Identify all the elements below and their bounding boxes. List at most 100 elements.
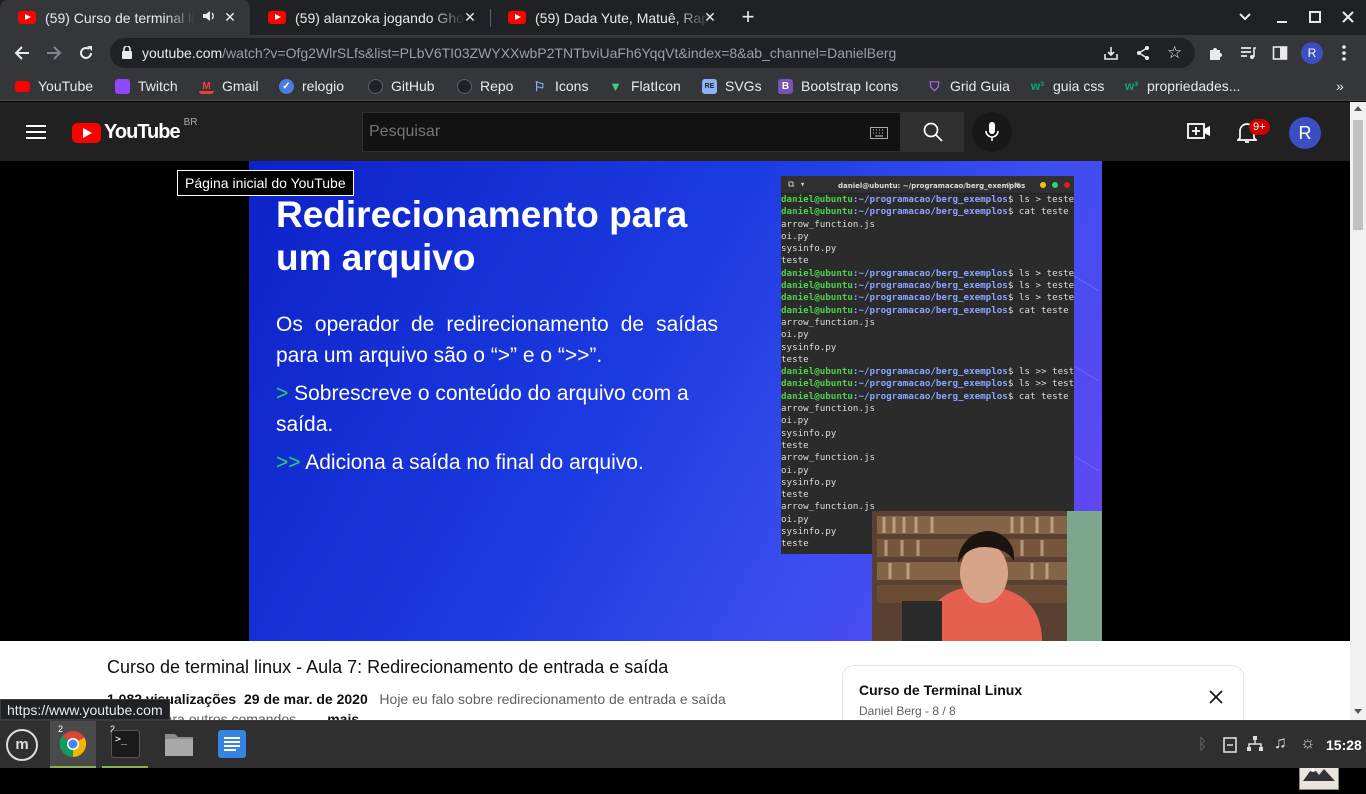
- bookmarks-overflow-icon[interactable]: »: [1336, 76, 1344, 96]
- github-icon: [368, 78, 383, 94]
- bookmark-relogio[interactable]: ✓ relogio: [279, 76, 344, 96]
- music-icon[interactable]: ♫: [1274, 733, 1287, 753]
- notification-badge: 9+: [1249, 119, 1270, 135]
- close-tab-icon[interactable]: ✕: [462, 9, 478, 25]
- maximize-button[interactable]: [1301, 3, 1329, 31]
- url-text: youtube.com/watch?v=Ofg2WlrSLfs&list=PLb…: [142, 45, 897, 61]
- terminal-line: sysinfo.py: [781, 243, 837, 255]
- network-icon[interactable]: [1247, 736, 1263, 757]
- search-input[interactable]: [369, 121, 849, 143]
- flag-icon: ⚐: [533, 78, 546, 94]
- profile-avatar[interactable]: R: [1298, 39, 1326, 67]
- playlist-title[interactable]: Curso de Terminal Linux: [859, 682, 1022, 698]
- install-icon[interactable]: [1103, 45, 1119, 66]
- bootstrap-icon: B: [778, 78, 793, 94]
- keyboard-icon[interactable]: [870, 126, 888, 144]
- youtube-logo[interactable]: YouTube BR: [72, 117, 197, 144]
- address-bar[interactable]: youtube.com/watch?v=Ofg2WlrSLfs&list=PLb…: [110, 38, 1195, 68]
- tab-3[interactable]: (59) Dada Yute, Matuê, Rap ✕: [490, 0, 730, 35]
- slide-title: Redirecionamento para um arquivo: [276, 194, 688, 278]
- bookmark-github[interactable]: GitHub: [368, 76, 435, 96]
- search-button[interactable]: [901, 112, 964, 152]
- tooltip: Página inicial do YouTube: [177, 170, 354, 196]
- tab-2[interactable]: (59) alanzoka jogando Ghost of Tsushima …: [250, 0, 490, 35]
- share-icon[interactable]: [1135, 45, 1151, 66]
- menu-hamburger-icon[interactable]: [26, 124, 46, 140]
- terminal-line: daniel@ubuntu:~/programacao/berg_exemplo…: [781, 206, 1069, 218]
- minimize-button[interactable]: [1268, 3, 1296, 31]
- taskbar-text-editor[interactable]: [209, 721, 255, 768]
- folder-icon: [165, 734, 193, 756]
- playlist-panel[interactable]: Curso de Terminal Linux Daniel Berg - 8 …: [842, 665, 1244, 725]
- video-frame: Redirecionamento para um arquivo Os opera…: [249, 161, 1102, 641]
- scrollbar-thumb[interactable]: [1353, 120, 1363, 230]
- bookmark-propriedades[interactable]: w³ propriedades...: [1124, 76, 1241, 96]
- video-player[interactable]: Redirecionamento para um arquivo Os opera…: [0, 161, 1350, 790]
- back-arrow-icon[interactable]: [8, 39, 36, 67]
- w3-icon: w³: [1030, 78, 1045, 93]
- show-more-button[interactable]: ...mais: [316, 711, 360, 720]
- microphone-icon: [985, 122, 999, 141]
- bookmark-icons[interactable]: ⚐ Icons: [532, 76, 589, 96]
- close-tab-icon[interactable]: ✕: [222, 9, 238, 25]
- bluetooth-icon[interactable]: ᛒ: [1198, 736, 1207, 753]
- search-icon: [923, 122, 943, 142]
- terminal-line: arrow_function.js: [781, 218, 876, 230]
- youtube-favicon-icon: [18, 11, 36, 24]
- clock-icon: ✓: [279, 78, 294, 94]
- terminal-titlebar: ⧉ ▾ daniel@ubuntu: ~/programacao/berg_ex…: [781, 176, 1074, 194]
- bookmark-youtube[interactable]: YouTube: [15, 76, 93, 96]
- github-icon: [457, 78, 472, 94]
- taskbar-files[interactable]: [156, 721, 202, 768]
- tab-search-icon[interactable]: [1231, 3, 1259, 31]
- chrome-menu-icon[interactable]: [1330, 39, 1358, 67]
- bookmark-bootstrap-icons[interactable]: B Bootstrap Icons: [778, 76, 898, 96]
- create-video-icon[interactable]: [1187, 122, 1211, 145]
- speaker-icon[interactable]: [202, 9, 216, 23]
- avatar[interactable]: R: [1289, 117, 1321, 149]
- mint-menu-icon[interactable]: m: [6, 729, 38, 761]
- search-box[interactable]: [362, 112, 901, 152]
- clock[interactable]: 15:28: [1326, 737, 1362, 753]
- bookmark-flaticon[interactable]: ▼ FlatIcon: [608, 76, 681, 96]
- video-info-section: Curso de terminal linux - Aula 7: Redire…: [0, 641, 1350, 725]
- page-scrollbar[interactable]: [1350, 102, 1366, 720]
- tab-strip: (59) Curso de terminal linux - Aula 7: R…: [0, 0, 1366, 35]
- clipboard-icon[interactable]: [1223, 737, 1237, 758]
- video-meta: 1.082 visualizações 29 de mar. de 2020 H…: [107, 691, 726, 707]
- tab-title: (59) alanzoka jogando Ghost of Tsushima: [295, 9, 465, 26]
- terminal-line: daniel@ubuntu:~/programacao/berg_exemplo…: [781, 292, 1074, 304]
- side-panel-icon[interactable]: [1266, 39, 1294, 67]
- extensions-puzzle-icon[interactable]: [1202, 39, 1230, 67]
- close-window-button[interactable]: [1334, 3, 1362, 31]
- terminal-line: oi.py: [781, 415, 809, 427]
- close-playlist-icon[interactable]: [1209, 690, 1223, 709]
- bookmark-twitch[interactable]: Twitch: [115, 76, 178, 96]
- bookmark-guia-css[interactable]: w³ guia css: [1030, 76, 1105, 96]
- youtube-favicon-icon: [268, 11, 286, 24]
- media-control-icon[interactable]: [1234, 39, 1262, 67]
- browser-toolbar: youtube.com/watch?v=Ofg2WlrSLfs&list=PLb…: [0, 35, 1366, 71]
- bookmark-star-icon[interactable]: ☆: [1167, 44, 1182, 61]
- reload-icon[interactable]: [72, 39, 100, 67]
- bookmark-gmail[interactable]: M Gmail: [199, 76, 259, 96]
- taskbar-chrome[interactable]: 2: [50, 721, 96, 768]
- new-tab-button[interactable]: +: [734, 3, 762, 31]
- bookmark-svgs[interactable]: RE SVGs: [702, 76, 762, 96]
- voice-search-button[interactable]: [972, 112, 1012, 152]
- taskbar-terminal[interactable]: 2 >_: [102, 721, 148, 768]
- video-title: Curso de terminal linux - Aula 7: Redire…: [107, 657, 669, 677]
- bookmark-repo[interactable]: Repo: [457, 76, 513, 96]
- gmail-icon: M: [199, 79, 214, 94]
- terminal-icon: >_: [111, 730, 140, 758]
- bookmark-grid-guia[interactable]: ⛉ Grid Guia: [927, 76, 1010, 96]
- terminal-window: ⧉ ▾ daniel@ubuntu: ~/programacao/berg_ex…: [781, 176, 1074, 554]
- terminal-line: arrow_function.js: [781, 316, 876, 328]
- brightness-icon[interactable]: ☼: [1300, 733, 1316, 753]
- twitch-icon: [115, 78, 130, 94]
- lock-icon[interactable]: [122, 45, 132, 64]
- forward-arrow-icon[interactable]: [40, 39, 68, 67]
- tab-active[interactable]: (59) Curso de terminal linux - Aula 7: R…: [0, 0, 250, 35]
- close-tab-icon[interactable]: ✕: [702, 9, 718, 25]
- terminal-line: arrow_function.js: [781, 403, 876, 415]
